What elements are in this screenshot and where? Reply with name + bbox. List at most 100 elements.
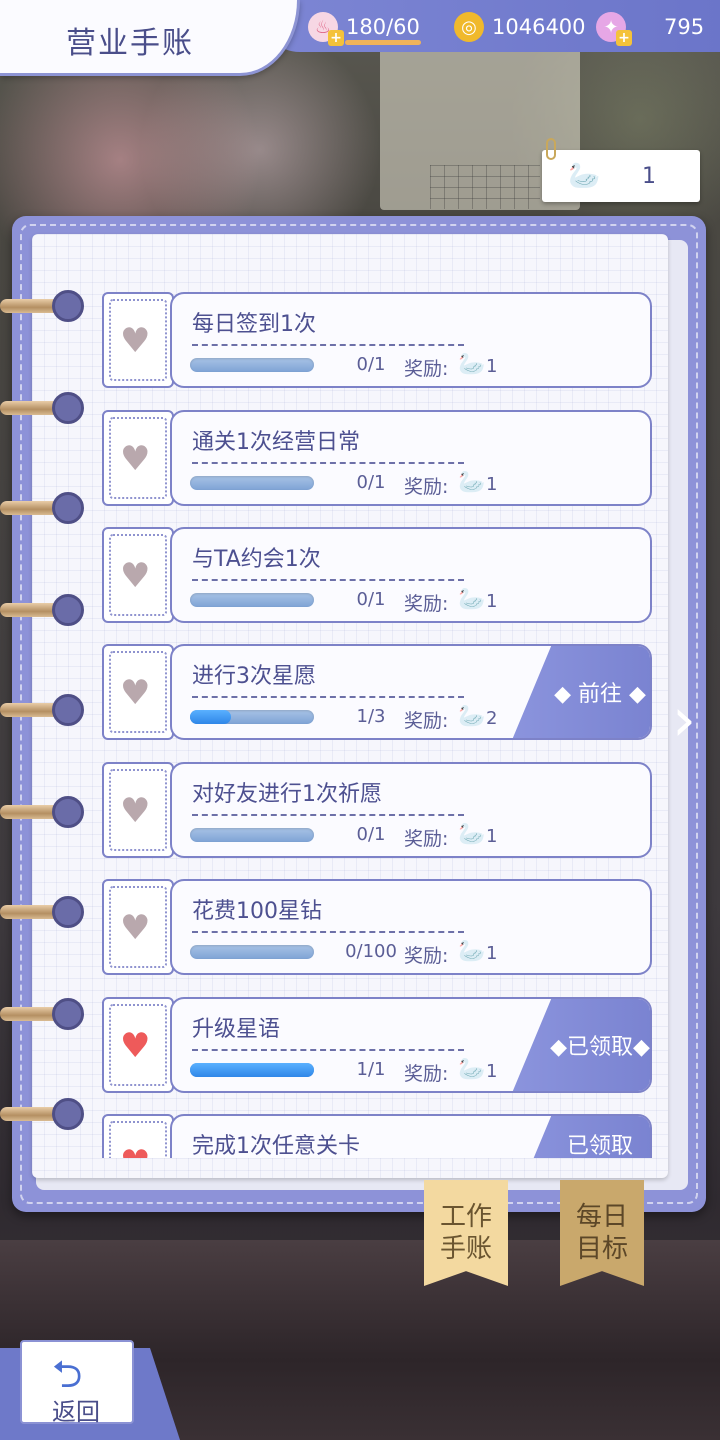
gold-resource[interactable]: ◎ 1046400 <box>454 10 586 44</box>
task-card: 进行3次星愿 1/3 奖励: 🦢 2 ◆ 前往 ◆ <box>170 644 652 740</box>
reward-label: 奖励: <box>404 593 449 615</box>
task-name: 每日签到1次 <box>192 312 316 337</box>
swan-icon: 🦢 <box>458 704 486 729</box>
swan-icon: 🦢 <box>458 470 486 495</box>
heart-icon: ♥ <box>120 556 151 596</box>
heart-icon: ♥ <box>120 439 151 479</box>
progress-bar <box>190 945 314 959</box>
task-badge: ♥ <box>102 410 174 506</box>
divider <box>192 344 464 346</box>
divider <box>192 1049 464 1051</box>
task-badge: ♥ <box>102 1114 174 1158</box>
swan-icon: 🦢 <box>458 352 486 377</box>
reward-label: 奖励: <box>404 476 449 498</box>
binder-ring <box>0 1098 84 1132</box>
add-diamond-icon[interactable]: + <box>616 30 632 46</box>
binder-ring <box>0 694 84 728</box>
binder-ring <box>0 290 84 324</box>
task-item: ♥ 与TA约会1次 0/1 奖励: 🦢 1 <box>102 527 654 625</box>
task-item: ♥ 升级星语 1/1 奖励: 🦢 1 ◆已领取◆ <box>102 997 654 1095</box>
divider <box>192 814 464 816</box>
task-item: ♥ 每日签到1次 0/1 奖励: 🦢 1 <box>102 292 654 390</box>
progress-bar <box>190 710 314 724</box>
task-card: 每日签到1次 0/1 奖励: 🦢 1 <box>170 292 652 388</box>
divider <box>192 579 464 581</box>
task-list[interactable]: ♥ 每日签到1次 0/1 奖励: 🦢 1 ♥ 通关1次经营日常 0/1 奖励: … <box>102 292 654 1158</box>
task-badge: ♥ <box>102 292 174 388</box>
swan-counter: 🦢 1 <box>542 150 700 202</box>
heart-icon: ♥ <box>120 321 151 361</box>
progress-bar <box>190 1063 314 1077</box>
reward-count: 1 <box>486 356 498 377</box>
binder-ring <box>0 796 84 830</box>
add-stamina-icon[interactable]: + <box>328 30 344 46</box>
divider <box>192 931 464 933</box>
task-name: 通关1次经营日常 <box>192 430 360 455</box>
tab-daily-goals[interactable]: 每日 目标 <box>560 1180 644 1286</box>
stamina-value: 180/60 <box>346 15 420 39</box>
gold-value: 1046400 <box>492 15 586 39</box>
task-item: ♥ 对好友进行1次祈愿 0/1 奖励: 🦢 1 <box>102 762 654 860</box>
heart-icon: ♥ <box>120 791 151 831</box>
task-badge: ♥ <box>102 997 174 1093</box>
task-badge: ♥ <box>102 644 174 740</box>
task-card: 完成1次任意关卡 已领取 <box>170 1114 652 1158</box>
reward-count: 1 <box>486 1061 498 1082</box>
tab-work-notebook[interactable]: 工作 手账 <box>424 1180 508 1286</box>
cake-icon: ♨ + <box>308 12 344 46</box>
next-page-arrow-icon[interactable]: › <box>672 690 712 750</box>
stamina-resource[interactable]: ♨ + 180/60 <box>308 10 420 46</box>
task-card: 通关1次经营日常 0/1 奖励: 🦢 1 <box>170 410 652 506</box>
task-name: 与TA约会1次 <box>192 547 321 572</box>
diamond-resource[interactable]: ✦ + 795 <box>596 10 705 46</box>
swan-icon: 🦢 <box>458 1057 486 1082</box>
task-name: 升级星语 <box>192 1017 281 1042</box>
resource-bar: ♨ + 180/60 ◎ 1046400 ✦ + 795 <box>260 0 720 52</box>
swan-icon: 🦢 <box>458 587 486 612</box>
reward-label: 奖励: <box>404 358 449 380</box>
back-button-label: 返回 <box>52 1398 100 1426</box>
go-button[interactable]: ◆ 前往 ◆ <box>512 646 650 738</box>
reward-count: 1 <box>486 943 498 964</box>
reward-label: 奖励: <box>404 1063 449 1085</box>
divider <box>192 462 464 464</box>
crystal-icon: ✦ + <box>596 12 632 46</box>
task-item: ♥ 花费100星钻 0/100 奖励: 🦢 1 <box>102 879 654 977</box>
progress-bar <box>190 476 314 490</box>
back-button[interactable]: ⮌ 返回 <box>20 1340 134 1426</box>
heart-icon: ♥ <box>120 908 151 948</box>
task-name: 进行3次星愿 <box>192 664 316 689</box>
task-card: 花费100星钻 0/100 奖励: 🦢 1 <box>170 879 652 975</box>
binder-ring <box>0 594 84 628</box>
reward-count: 1 <box>486 591 498 612</box>
background-calendar-grid <box>430 165 540 209</box>
task-card: 升级星语 1/1 奖励: 🦢 1 ◆已领取◆ <box>170 997 652 1093</box>
reward-count: 1 <box>486 826 498 847</box>
task-name: 完成1次任意关卡 <box>192 1134 360 1158</box>
heart-icon: ♥ <box>120 1146 150 1158</box>
heart-icon: ♥ <box>120 673 151 713</box>
paper-clip <box>546 138 556 160</box>
swan-count: 1 <box>642 163 656 189</box>
task-card: 对好友进行1次祈愿 0/1 奖励: 🦢 1 <box>170 762 652 858</box>
task-name: 花费100星钻 <box>192 899 322 924</box>
reward-label: 奖励: <box>404 710 449 732</box>
swan-icon: 🦢 <box>458 822 486 847</box>
diamond-value: 795 <box>664 15 705 39</box>
reward-label: 奖励: <box>404 945 449 967</box>
binder-ring <box>0 998 84 1032</box>
progress-bar <box>190 358 314 372</box>
page-title: 营业手账 <box>66 26 194 61</box>
task-name: 对好友进行1次祈愿 <box>192 782 382 807</box>
reward-count: 1 <box>486 474 498 495</box>
task-badge: ♥ <box>102 762 174 858</box>
reward-count: 2 <box>486 708 498 729</box>
task-item: ♥ 完成1次任意关卡 已领取 <box>102 1114 654 1158</box>
task-badge: ♥ <box>102 879 174 975</box>
swan-icon: 🦢 <box>568 161 601 191</box>
reward-label: 奖励: <box>404 828 449 850</box>
binder-ring <box>0 492 84 526</box>
task-item: ♥ 进行3次星愿 1/3 奖励: 🦢 2 ◆ 前往 ◆ <box>102 644 654 742</box>
progress-bar <box>190 828 314 842</box>
title-tab: 营业手账 <box>0 0 300 76</box>
